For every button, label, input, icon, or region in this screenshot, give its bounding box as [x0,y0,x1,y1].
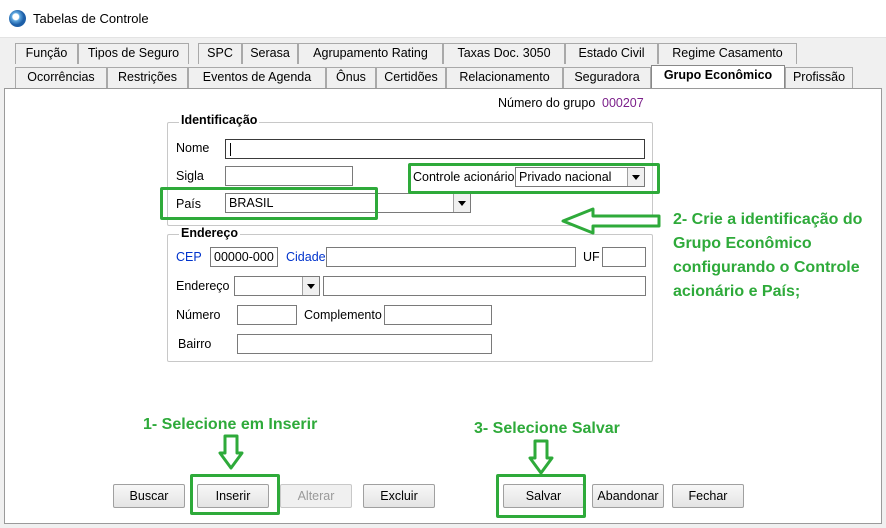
title-bar: Tabelas de Controle [0,0,886,38]
tab-agrupamento-rating[interactable]: Agrupamento Rating [298,43,443,64]
complemento-label: Complemento [304,308,382,322]
tab-grupo-economico[interactable]: Grupo Econômico [651,65,785,88]
tab-taxas-doc[interactable]: Taxas Doc. 3050 [443,43,565,64]
window-title: Tabelas de Controle [33,11,149,26]
tab-onus[interactable]: Ônus [326,67,376,88]
chevron-down-icon[interactable] [627,168,644,186]
pais-select[interactable]: BRASIL [225,193,471,213]
group-number-label: Número do grupo [498,96,596,110]
endereco-label: Endereço [176,279,230,293]
tab-tipos-de-seguro[interactable]: Tipos de Seguro [78,43,189,64]
tab-serasa[interactable]: Serasa [242,43,298,64]
complemento-input[interactable] [384,305,492,325]
tab-regime-casamento[interactable]: Regime Casamento [658,43,797,64]
controle-acionario-value: Privado nacional [519,170,612,184]
cidade-input[interactable] [326,247,576,267]
step2-annotation: 2- Crie a identificação do Grupo Econômi… [673,211,863,300]
cep-input[interactable]: 00000-000 [210,247,278,267]
numero-input[interactable] [237,305,297,325]
tab-eventos-de-agenda[interactable]: Eventos de Agenda [188,67,326,88]
salvar-button[interactable]: Salvar [503,484,584,508]
identificacao-legend: Identificação [179,113,260,127]
tab-spc[interactable]: SPC [198,43,242,64]
numero-label: Número [176,308,221,322]
group-number-value: 000207 [602,96,644,110]
tab-funcao[interactable]: Função [15,43,78,64]
step3-annotation: 3- Selecione Salvar [474,420,620,437]
fechar-button[interactable]: Fechar [672,484,744,508]
pais-value: BRASIL [229,196,274,210]
app-globe-icon [9,10,26,27]
pais-label: País [176,197,202,211]
inserir-button[interactable]: Inserir [197,484,269,508]
tab-seguradora[interactable]: Seguradora [563,67,651,88]
endereco-input[interactable] [323,276,646,296]
sigla-input[interactable] [225,166,353,186]
controle-acionario-label: Controle acionário [413,170,515,184]
endereco-type-select[interactable] [234,276,320,296]
arrow-left-icon [561,207,661,235]
cidade-label[interactable]: Cidade [286,250,326,264]
grupo-economico-panel: Número do grupo 000207 Identificação Nom… [4,89,882,524]
uf-input[interactable] [602,247,646,267]
bairro-label: Bairro [178,337,212,351]
uf-label: UF [583,250,600,264]
tab-estado-civil[interactable]: Estado Civil [565,43,658,64]
cep-label[interactable]: CEP [176,250,202,264]
sigla-label: Sigla [176,169,204,183]
abandonar-button[interactable]: Abandonar [592,484,664,508]
tab-ocorrencias[interactable]: Ocorrências [15,67,107,88]
nome-input[interactable] [225,139,645,159]
arrow-down-icon [528,439,554,475]
chevron-down-icon[interactable] [453,194,470,212]
tab-certidoes[interactable]: Certidões [376,67,446,88]
bairro-input[interactable] [237,334,492,354]
arrow-down-icon [218,434,244,470]
step1-annotation: 1- Selecione em Inserir [143,416,318,433]
excluir-button[interactable]: Excluir [363,484,435,508]
buscar-button[interactable]: Buscar [113,484,185,508]
tab-profissao[interactable]: Profissão [785,67,853,88]
endereco-legend: Endereço [179,226,240,240]
text-caret [230,143,231,156]
tab-restricoes[interactable]: Restrições [107,67,188,88]
alterar-button[interactable]: Alterar [280,484,352,508]
nome-label: Nome [176,141,210,155]
chevron-down-icon[interactable] [302,277,319,295]
controle-acionario-select[interactable]: Privado nacional [515,167,645,187]
tab-relacionamento[interactable]: Relacionamento [446,67,563,88]
